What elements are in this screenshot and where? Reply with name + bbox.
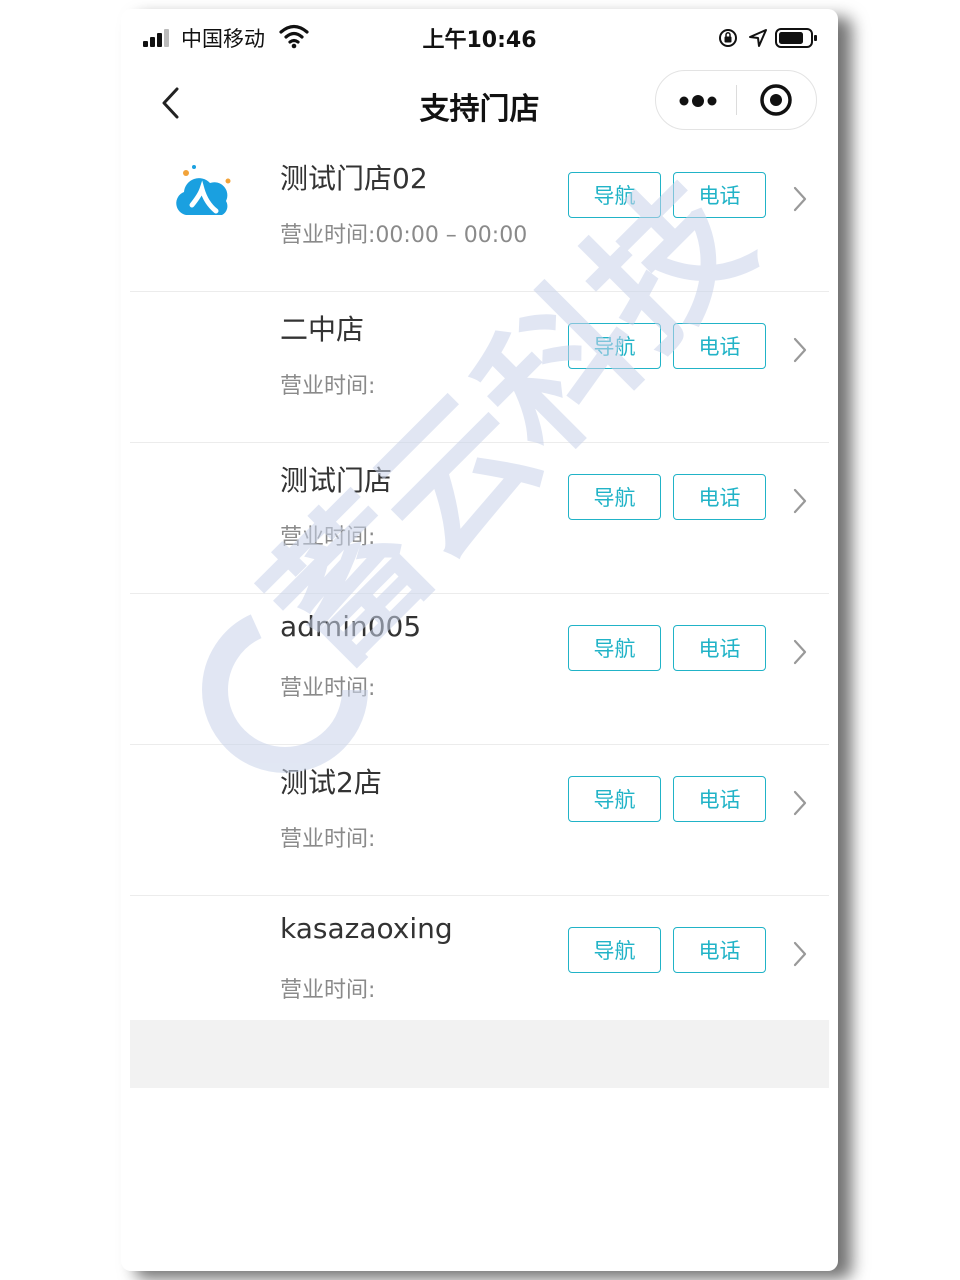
- navigate-button[interactable]: 导航: [568, 172, 661, 218]
- navigate-button[interactable]: 导航: [568, 474, 661, 520]
- call-button[interactable]: 电话: [673, 625, 766, 671]
- more-dots-icon: [679, 95, 717, 107]
- phone-frame: 中国移动 上午10:46 支持门店 测试门店02 营业时间:00:00 – 00…: [121, 9, 838, 1271]
- call-button[interactable]: 电话: [673, 927, 766, 973]
- store-name: kasazaoxing: [280, 912, 453, 945]
- store-item[interactable]: 测试门店 营业时间: 导航 电话: [130, 443, 829, 594]
- chevron-right-icon: [793, 488, 807, 514]
- navigate-button[interactable]: 导航: [568, 625, 661, 671]
- store-name: 二中店: [280, 313, 365, 346]
- call-button[interactable]: 电话: [673, 776, 766, 822]
- store-item[interactable]: 测试2店 营业时间: 导航 电话: [130, 745, 829, 896]
- call-button[interactable]: 电话: [673, 172, 766, 218]
- store-hours: 营业时间:: [280, 374, 376, 399]
- more-button[interactable]: [656, 71, 736, 129]
- store-hours: 营业时间:: [280, 676, 376, 701]
- store-list: 测试门店02 营业时间:00:00 – 00:00 导航 电话 二中店 营业时间…: [130, 141, 829, 1046]
- target-circle-icon: [760, 84, 792, 116]
- menu-capsule: [655, 70, 817, 130]
- chevron-right-icon: [793, 337, 807, 363]
- cloud-logo-icon: [176, 165, 231, 215]
- store-item[interactable]: 测试门店02 营业时间:00:00 – 00:00 导航 电话: [130, 141, 829, 292]
- call-button[interactable]: 电话: [673, 323, 766, 369]
- chevron-right-icon: [793, 186, 807, 212]
- chevron-right-icon: [793, 639, 807, 665]
- chevron-right-icon: [793, 941, 807, 967]
- navigate-button[interactable]: 导航: [568, 776, 661, 822]
- close-miniprogram-button[interactable]: [737, 71, 816, 129]
- navigate-button[interactable]: 导航: [568, 323, 661, 369]
- store-hours: 营业时间:: [280, 827, 376, 852]
- rotation-lock-icon: [719, 29, 737, 47]
- store-name: admin005: [280, 610, 422, 643]
- store-name: 测试门店: [280, 464, 393, 497]
- call-button[interactable]: 电话: [673, 474, 766, 520]
- store-item[interactable]: admin005 营业时间: 导航 电话: [130, 594, 829, 745]
- store-item[interactable]: 二中店 营业时间: 导航 电话: [130, 292, 829, 443]
- store-hours: 营业时间:: [280, 525, 376, 550]
- status-bar: 中国移动 上午10:46: [121, 9, 838, 65]
- nav-bar: 支持门店: [121, 65, 838, 141]
- list-footer-area: [130, 1020, 829, 1088]
- store-name: 测试门店02: [280, 162, 428, 195]
- navigate-button[interactable]: 导航: [568, 927, 661, 973]
- battery-icon: [775, 28, 817, 48]
- location-arrow-icon: [749, 29, 767, 47]
- store-hours: 营业时间:00:00 – 00:00: [280, 223, 528, 248]
- store-name: 测试2店: [280, 766, 382, 799]
- store-hours: 营业时间:: [280, 978, 376, 1003]
- chevron-right-icon: [793, 790, 807, 816]
